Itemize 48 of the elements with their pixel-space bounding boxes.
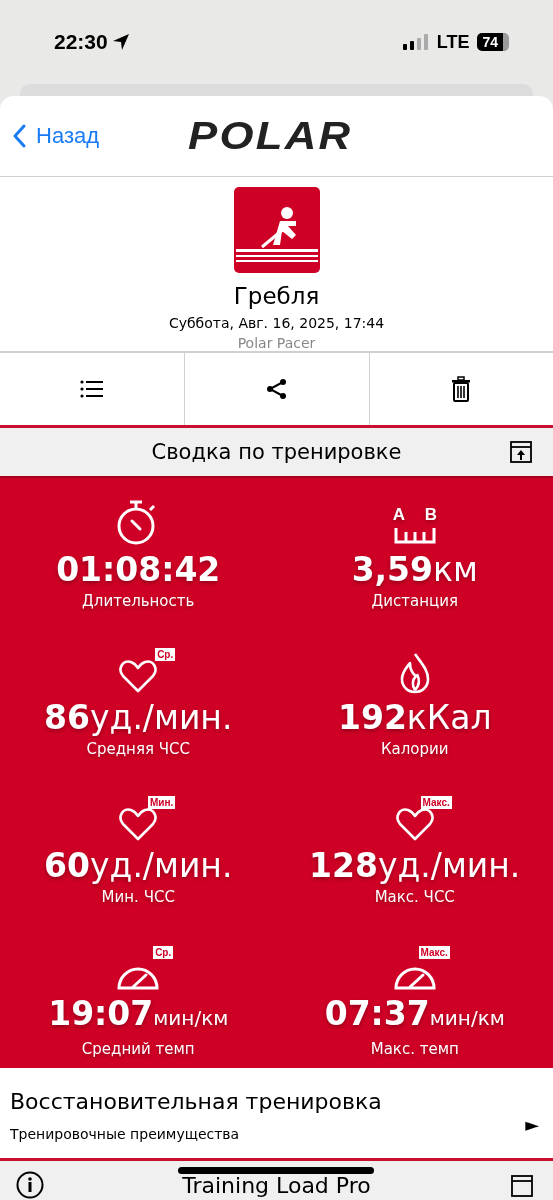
collapse-icon[interactable] [511, 1175, 533, 1197]
polar-logo: POLAR [188, 114, 353, 158]
network-label: LTE [436, 31, 470, 53]
stat-value: 192кКал [337, 698, 492, 738]
stat-label: Дистанция [371, 592, 458, 610]
stat-badge: Макс. [418, 946, 450, 959]
arrow-icon: ► [525, 1113, 539, 1135]
benefit-title: Восстановительная тренировка [10, 1088, 383, 1114]
stat-label: Мин. ЧСС [101, 888, 175, 906]
trash-icon [451, 376, 472, 402]
chevron-left-icon [12, 124, 26, 148]
status-time: 22:30 [54, 30, 108, 54]
list-icon [80, 379, 105, 399]
signal-icon [402, 34, 429, 50]
stat-value: 3,59км [351, 550, 478, 590]
stat-badge: Ср. [155, 648, 176, 661]
stat-badge: Ср. [153, 946, 174, 959]
collapse-icon[interactable] [510, 441, 532, 463]
stat-label: Макс. темп [370, 1040, 459, 1058]
info-icon[interactable] [16, 1171, 44, 1199]
share-icon [266, 378, 288, 400]
rowing-icon [233, 187, 320, 273]
device-name: Polar Pacer [237, 335, 316, 351]
section-title: Training Load Pro [182, 1173, 371, 1200]
session-datetime: Суббота, Авг. 16, 2025, 17:44 [168, 315, 385, 331]
stat-label: Макс. ЧСС [374, 888, 455, 906]
stat-value: 07:37мин/км [324, 994, 505, 1035]
stat-badge: Макс. [420, 796, 452, 809]
benefit-subtitle: Тренировочные преимущества [10, 1125, 241, 1142]
stat-label: Длительность [82, 592, 195, 610]
back-button[interactable]: Назад [0, 123, 100, 149]
stat-value: 01:08:42 [56, 550, 221, 590]
location-arrow-icon [111, 33, 130, 51]
stat-value: 86уд./мин. [44, 698, 233, 738]
heart-icon [395, 806, 434, 842]
stat-value: 60уд./мин. [44, 846, 233, 886]
stat-value: 19:07мин/км [48, 994, 229, 1035]
heart-icon [119, 658, 158, 694]
stat-label: Средняя ЧСС [86, 740, 190, 758]
stat-badge: Мин. [147, 796, 176, 809]
battery-indicator: 74 [477, 33, 509, 51]
stat-label: Средний темп [81, 1040, 195, 1058]
sport-title: Гребля [233, 283, 320, 309]
stat-label: Калории [380, 740, 449, 758]
section-title: Сводка по тренировке [151, 440, 402, 464]
stat-value: 128уд./мин. [309, 846, 521, 886]
heart-icon [119, 806, 158, 842]
flame-icon [399, 652, 430, 694]
